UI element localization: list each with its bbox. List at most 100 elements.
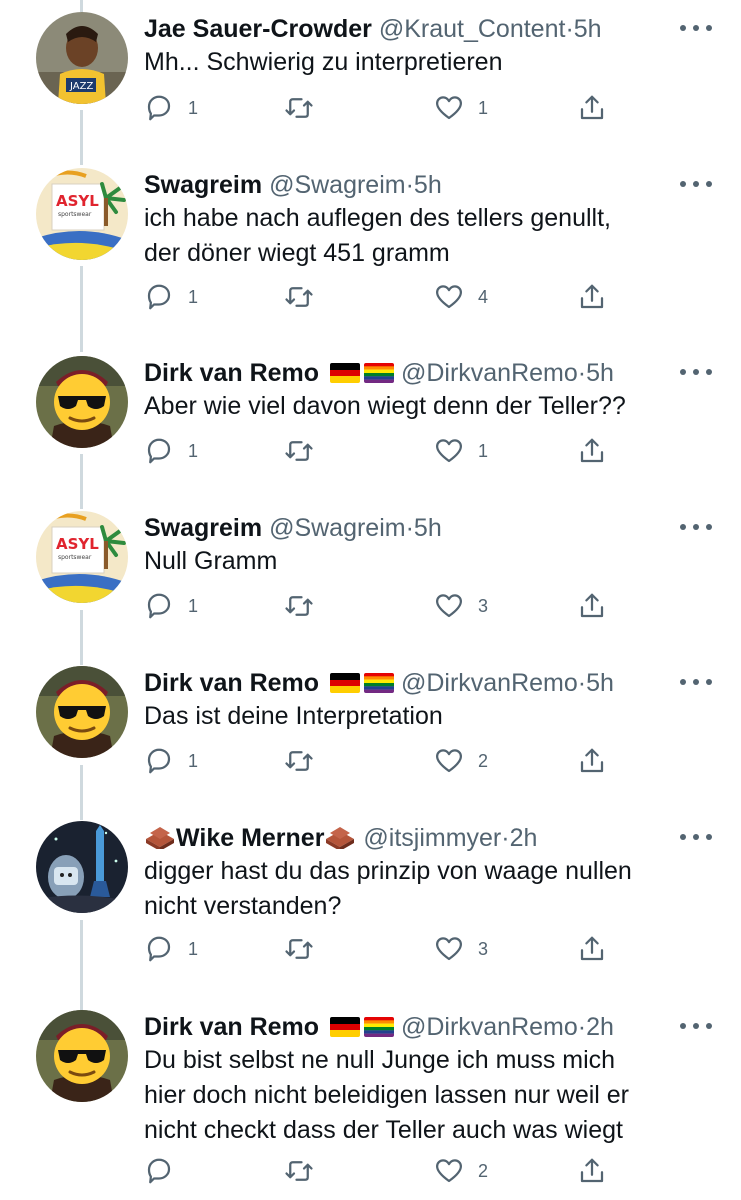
retweet-button[interactable] <box>284 1154 314 1188</box>
tweet-text-line: Mh... Schwierig zu interpretieren <box>144 48 503 76</box>
display-name[interactable]: Dirk van Remo <box>144 359 319 387</box>
like-button[interactable]: 2 <box>434 744 488 778</box>
tweet-text: ich habe nach auflegen des tellers genul… <box>144 201 714 271</box>
user-handle[interactable]: @Swagreim <box>269 514 406 542</box>
timestamp[interactable]: 5h <box>414 514 442 542</box>
reply-button[interactable]: 1 <box>144 932 198 966</box>
tweet[interactable]: Dirk van Remo @DirkvanRemo·5h Aber wie v… <box>0 356 741 476</box>
share-button[interactable] <box>577 589 607 623</box>
avatar[interactable]: ASYL sportswear <box>36 168 128 260</box>
tweet[interactable]: ASYL sportswear Swagreim @Swagreim·5h Nu… <box>0 511 741 631</box>
tweet[interactable]: Wike Merner @itsjimmyer·2h digger hast d… <box>0 821 741 971</box>
retweet-button[interactable] <box>284 434 314 468</box>
reply-count: 1 <box>188 97 199 118</box>
tweet-header: Dirk van Remo @DirkvanRemo·2h <box>144 1009 741 1045</box>
tweet-actions: 2 <box>144 1154 624 1188</box>
more-icon[interactable] <box>679 521 713 533</box>
user-handle[interactable]: @Swagreim <box>269 171 406 199</box>
like-count: 1 <box>478 97 489 118</box>
retweet-button[interactable] <box>284 280 314 314</box>
tweet[interactable]: ASYL sportswear Swagreim @Swagreim·5h ic… <box>0 168 741 318</box>
user-handle[interactable]: @itsjimmyer <box>363 824 501 852</box>
timestamp[interactable]: 5h <box>586 359 614 387</box>
like-count: 2 <box>478 750 489 771</box>
like-button[interactable]: 2 <box>434 1154 488 1188</box>
reply-button[interactable]: 1 <box>144 589 198 623</box>
reply-button[interactable]: 1 <box>144 744 198 778</box>
separator-dot: · <box>405 514 414 542</box>
share-button[interactable] <box>577 932 607 966</box>
like-button[interactable]: 4 <box>434 280 488 314</box>
like-button[interactable]: 1 <box>434 91 488 125</box>
more-icon[interactable] <box>679 831 713 843</box>
avatar[interactable] <box>36 821 128 913</box>
like-button[interactable]: 3 <box>434 589 488 623</box>
display-name[interactable]: Dirk van Remo <box>144 1013 319 1041</box>
user-handle[interactable]: @DirkvanRemo <box>401 1013 578 1041</box>
tweet-text-line: Du bist selbst ne null Junge ich muss mi… <box>144 1046 616 1074</box>
tweet-text-line: nicht verstanden? <box>144 892 342 920</box>
tweet[interactable]: JAZZ Jae Sauer-Crowder @Kraut_Content·5h… <box>0 12 741 132</box>
heart-icon <box>436 1159 462 1183</box>
reply-button[interactable]: 1 <box>144 91 198 125</box>
retweet-icon <box>285 441 313 461</box>
like-button[interactable]: 1 <box>434 434 488 468</box>
share-button[interactable] <box>577 280 607 314</box>
timestamp[interactable]: 2h <box>510 824 538 852</box>
tweet-actions: 1 3 <box>144 589 624 623</box>
reply-button[interactable]: 1 <box>144 434 198 468</box>
reply-count: 1 <box>188 595 199 616</box>
user-handle[interactable]: @DirkvanRemo <box>401 669 578 697</box>
swagreim-avatar-image: ASYL sportswear <box>36 511 128 603</box>
reply-icon <box>147 593 171 619</box>
like-count: 4 <box>478 286 489 307</box>
avatar[interactable] <box>36 666 128 758</box>
retweet-button[interactable] <box>284 589 314 623</box>
space-scene-avatar-image <box>36 821 128 913</box>
reply-button[interactable]: 1 <box>144 280 198 314</box>
like-count: 3 <box>478 938 489 959</box>
more-icon[interactable] <box>679 178 713 190</box>
display-name[interactable]: Wike Merner <box>176 824 324 852</box>
display-name[interactable]: Swagreim <box>144 171 262 199</box>
avatar[interactable]: ASYL sportswear <box>36 511 128 603</box>
share-button[interactable] <box>577 91 607 125</box>
reply-count: 1 <box>188 750 199 771</box>
reply-button[interactable] <box>144 1154 188 1188</box>
more-icon[interactable] <box>679 22 713 34</box>
share-button[interactable] <box>577 744 607 778</box>
display-name[interactable]: Swagreim <box>144 514 262 542</box>
share-button[interactable] <box>577 434 607 468</box>
tweet-actions: 1 2 <box>144 744 624 778</box>
tweet-text-line: ich habe nach auflegen des tellers genul… <box>144 204 611 232</box>
more-icon[interactable] <box>679 1020 713 1032</box>
timestamp[interactable]: 5h <box>414 171 442 199</box>
more-icon[interactable] <box>679 366 713 378</box>
tweet[interactable]: Dirk van Remo @DirkvanRemo·5h Das ist de… <box>0 666 741 786</box>
tweet-text-line: nicht checkt dass der Teller auch was wi… <box>144 1116 623 1144</box>
avatar[interactable] <box>36 356 128 448</box>
timestamp[interactable]: 2h <box>586 1013 614 1041</box>
share-button[interactable] <box>577 1154 607 1188</box>
display-name[interactable]: Jae Sauer-Crowder <box>144 15 372 43</box>
timestamp[interactable]: 5h <box>574 15 602 43</box>
share-icon <box>580 284 604 309</box>
more-icon[interactable] <box>679 676 713 688</box>
avatar[interactable] <box>36 1010 128 1102</box>
user-handle[interactable]: @DirkvanRemo <box>401 359 578 387</box>
retweet-button[interactable] <box>284 744 314 778</box>
retweet-button[interactable] <box>284 932 314 966</box>
tweet-header: Dirk van Remo @DirkvanRemo·5h <box>144 355 741 391</box>
share-icon <box>580 593 604 618</box>
tweet-text-line: Null Gramm <box>144 547 278 575</box>
like-button[interactable]: 3 <box>434 932 488 966</box>
display-name[interactable]: Dirk van Remo <box>144 669 319 697</box>
sunglasses-emoji-avatar-image <box>36 1010 128 1102</box>
basketball-player-avatar-image: JAZZ <box>36 12 128 104</box>
avatar[interactable]: JAZZ <box>36 12 128 104</box>
retweet-button[interactable] <box>284 91 314 125</box>
user-handle[interactable]: @Kraut_Content <box>379 15 566 43</box>
timestamp[interactable]: 5h <box>586 669 614 697</box>
tweet-text-line: Aber wie viel davon wiegt denn der Telle… <box>144 392 626 420</box>
tweet[interactable]: Dirk van Remo @DirkvanRemo·2h Du bist se… <box>0 1010 741 1200</box>
